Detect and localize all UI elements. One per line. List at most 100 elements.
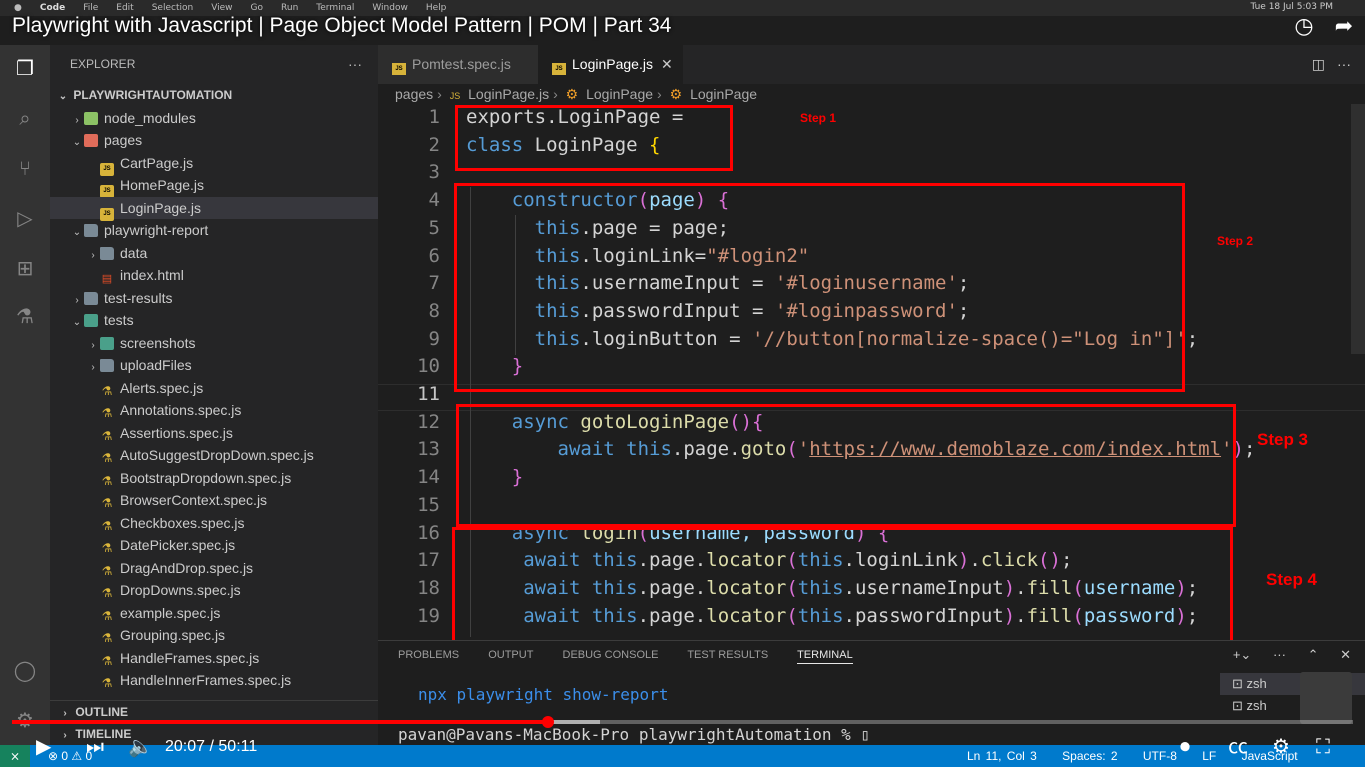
tree-file[interactable]: ⚗ BootstrapDropdown.spec.js (50, 467, 378, 490)
maximize-panel-icon[interactable]: ⌃ (1308, 647, 1319, 662)
annotation-step1: Step 1 (800, 111, 837, 125)
accounts-icon[interactable]: ◯ (12, 657, 38, 683)
tree-file[interactable]: ▤ index.html (50, 264, 378, 287)
video-title[interactable]: Playwright with Javascript | Page Object… (12, 14, 671, 38)
breadcrumb-file[interactable]: LoginPage.js (468, 86, 549, 102)
tree-file[interactable]: ⚗ BrowserContext.spec.js (50, 489, 378, 512)
tree-file[interactable]: ⚗ Alerts.spec.js (50, 377, 378, 400)
tree-folder[interactable]: ⌄ tests (50, 309, 378, 332)
watch-later-icon[interactable]: ◷ (1294, 14, 1313, 39)
extensions-icon[interactable]: ⊞ (12, 255, 38, 281)
tree-root[interactable]: ⌄ PLAYWRIGHTAUTOMATION (50, 84, 378, 107)
activity-bar: ❐ ⌕ ⑂ ▷ ⊞ ⚗ ◯ ⚙ (0, 45, 50, 745)
menu-run[interactable]: Run (281, 3, 298, 13)
testing-icon[interactable]: ⚗ (12, 303, 38, 329)
tree-item-label: Annotations.spec.js (120, 402, 242, 418)
tree-file[interactable]: ⚗ DragAndDrop.spec.js (50, 557, 378, 580)
terminal-command-line: npx playwright show-report (418, 685, 669, 704)
annotation-box-step3 (456, 404, 1236, 527)
terminal-icon: ⊡ (1232, 698, 1243, 713)
search-icon[interactable]: ⌕ (12, 105, 38, 131)
tab-loginpage[interactable]: JS LoginPage.js ✕ (538, 45, 683, 84)
close-panel-icon[interactable]: ✕ (1340, 647, 1351, 662)
video-progress-bar[interactable] (12, 716, 1353, 728)
tree-folder[interactable]: › node_modules (50, 107, 378, 130)
menu-go[interactable]: Go (251, 3, 263, 13)
tree-folder[interactable]: ⌄ pages (50, 129, 378, 152)
tree-file[interactable]: ⚗ Checkboxes.spec.js (50, 512, 378, 535)
tree-folder[interactable]: › screenshots (50, 332, 378, 355)
menu-file[interactable]: File (83, 3, 98, 13)
play-icon[interactable]: ▶ (36, 733, 51, 761)
folder-icon (84, 111, 98, 125)
tree-file[interactable]: ⚗ DropDowns.spec.js (50, 579, 378, 602)
line-number: 11 (417, 383, 440, 405)
source-control-icon[interactable]: ⑂ (12, 155, 38, 181)
tab-output[interactable]: OUTPUT (488, 649, 533, 661)
fullscreen-icon[interactable]: ⛶ (1316, 733, 1330, 761)
split-editor-icon[interactable]: ◫ (1312, 45, 1325, 84)
tree-file[interactable]: ⚗ example.spec.js (50, 602, 378, 625)
autoplay-toggle-icon[interactable]: ⏺ (1180, 733, 1190, 761)
menu-terminal[interactable]: Terminal (316, 3, 354, 13)
tree-file[interactable]: ⚗ DatePicker.spec.js (50, 534, 378, 557)
outline-section[interactable]: › OUTLINE (50, 700, 378, 722)
annotation-box-step2 (454, 183, 1185, 392)
run-debug-icon[interactable]: ▷ (12, 205, 38, 231)
tab-terminal[interactable]: TERMINAL (797, 649, 853, 664)
add-terminal-icon[interactable]: +⌄ (1233, 647, 1251, 662)
tree-file[interactable]: JS CartPage.js (50, 152, 378, 176)
line-number: 15 (417, 493, 440, 516)
folder-icon (84, 224, 98, 237)
captions-icon[interactable]: ㏄ (1228, 733, 1248, 761)
menu-selection[interactable]: Selection (152, 3, 193, 13)
tree-file[interactable]: ⚗ Assertions.spec.js (50, 422, 378, 445)
tree-folder[interactable]: › test-results (50, 287, 378, 310)
menu-help[interactable]: Help (426, 3, 447, 13)
volume-icon[interactable]: 🔈 (128, 733, 153, 761)
tree-file[interactable]: JS HomePage.js (50, 174, 378, 198)
apple-icon[interactable]: ● (14, 3, 22, 13)
folder-icon (84, 314, 98, 327)
editor-scrollbar[interactable] (1351, 104, 1365, 354)
more-actions-icon[interactable]: ··· (1273, 647, 1286, 662)
more-actions-icon[interactable]: ··· (1337, 45, 1351, 84)
tree-folder[interactable]: › data (50, 242, 378, 265)
menu-edit[interactable]: Edit (116, 3, 133, 13)
explorer-icon[interactable]: ❐ (12, 55, 38, 81)
tab-test-results[interactable]: TEST RESULTS (687, 649, 768, 661)
tree-item-label: node_modules (104, 109, 196, 126)
tree-file[interactable]: ⚗ AutoSuggestDropDown.spec.js (50, 444, 378, 467)
more-actions-icon[interactable]: ··· (348, 45, 362, 83)
share-icon[interactable]: ➦ (1335, 14, 1353, 39)
tab-problems[interactable]: PROBLEMS (398, 649, 459, 661)
tree-file[interactable]: ⚗ Grouping.spec.js (50, 624, 378, 647)
tree-item-label: data (120, 244, 148, 261)
menu-window[interactable]: Window (372, 3, 408, 13)
tree-file[interactable]: ⚗ Annotations.spec.js (50, 399, 378, 422)
folder-icon (84, 291, 98, 305)
breadcrumb-class[interactable]: LoginPage (586, 86, 653, 102)
menu-view[interactable]: View (211, 3, 232, 13)
menubar-app[interactable]: Code (40, 3, 65, 13)
breadcrumb-folder[interactable]: pages (395, 86, 433, 102)
close-icon[interactable]: ✕ (661, 56, 673, 72)
tree-file[interactable]: JS LoginPage.js (50, 196, 378, 221)
tree-folder[interactable]: › uploadFiles (50, 354, 378, 377)
line-number: 18 (417, 576, 440, 599)
tab-label: LoginPage.js (572, 56, 653, 72)
tree-item-label: LoginPage.js (120, 199, 201, 216)
line-number: 7 (428, 272, 440, 295)
line-number: 2 (428, 133, 440, 156)
tree-file[interactable]: ⚗ HandleFrames.spec.js (50, 647, 378, 670)
next-icon[interactable]: ⏭ (86, 733, 104, 761)
breadcrumb-symbol[interactable]: LoginPage (690, 86, 757, 102)
folder-icon (84, 134, 98, 147)
tab-pomtest[interactable]: JS Pomtest.spec.js (378, 45, 538, 84)
video-controls: ▶ ⏭ 🔈 20:07 / 50:11 ⏺ ㏄ ⚙ ⛶ (0, 727, 1365, 767)
tree-file[interactable]: ⚗ HandleInnerFrames.spec.js (50, 669, 378, 692)
tree-folder[interactable]: ⌄ playwright-report (50, 219, 378, 242)
tab-debug-console[interactable]: DEBUG CONSOLE (563, 649, 659, 661)
menubar-clock: Tue 18 Jul 5:03 PM (1250, 2, 1333, 12)
settings-icon[interactable]: ⚙ (1272, 733, 1290, 761)
